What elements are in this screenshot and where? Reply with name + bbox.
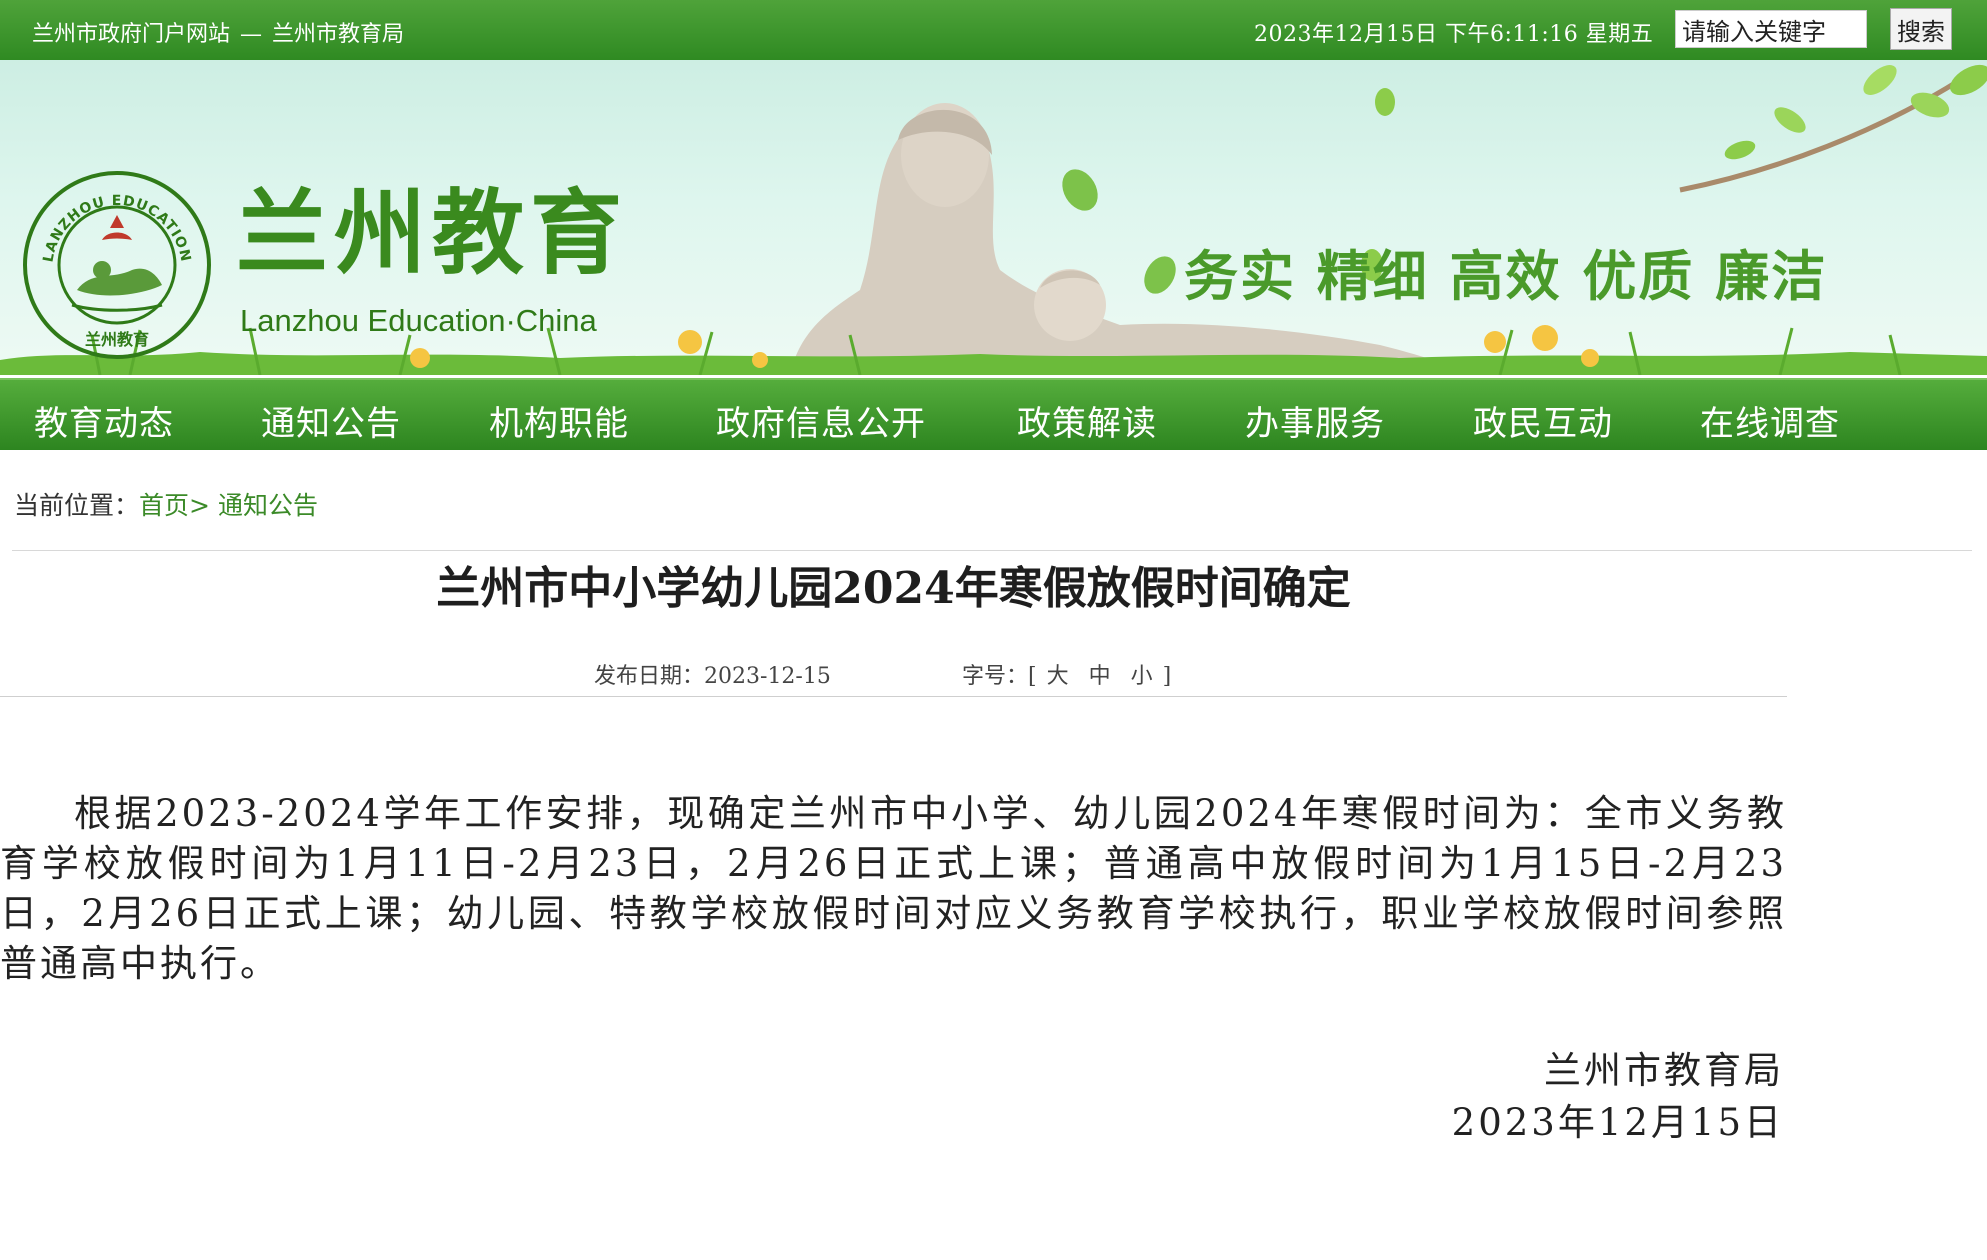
svg-text:LANZHOU EDUCATION: LANZHOU EDUCATION: [40, 193, 193, 264]
bureau-link[interactable]: 兰州市教育局: [272, 22, 404, 47]
breadcrumb-home-link[interactable]: 首页: [139, 491, 189, 520]
nav-item-gov-info[interactable]: 政府信息公开: [716, 396, 926, 445]
nav-item-functions[interactable]: 机构职能: [489, 396, 629, 445]
search-input[interactable]: [1675, 10, 1867, 48]
publish-date-value: 2023-12-15: [704, 664, 831, 689]
font-size-large-button[interactable]: 大: [1047, 664, 1069, 689]
site-subtitle: Lanzhou Education·China: [240, 303, 597, 338]
site-title: 兰州教育: [236, 180, 629, 287]
divider: [12, 550, 1972, 551]
article-title: 兰州市中小学幼儿园2024年寒假放假时间确定: [436, 563, 1351, 614]
nav-item-notices[interactable]: 通知公告: [261, 396, 401, 445]
breadcrumb: 当前位置：首页> 通知公告: [14, 486, 318, 522]
nav-item-education-news[interactable]: 教育动态: [34, 396, 174, 445]
bracket-close: ]: [1162, 664, 1172, 689]
font-size-control: 字号：[ 大中小]: [962, 658, 1171, 690]
breadcrumb-current-link[interactable]: 通知公告: [218, 491, 318, 520]
publish-date-label: 发布日期：: [594, 664, 705, 689]
education-emblem-icon: LANZHOU EDUCATION 兰州教育: [23, 171, 211, 359]
nav-item-survey[interactable]: 在线调查: [1700, 396, 1840, 445]
nav-item-policy[interactable]: 政策解读: [1017, 396, 1157, 445]
date-time-display: 2023年12月15日 下午6:11:16 星期五: [1254, 22, 1654, 47]
nav-item-services[interactable]: 办事服务: [1245, 396, 1385, 445]
font-size-label: 字号：: [962, 664, 1029, 689]
svg-text:兰州教育: 兰州教育: [85, 330, 149, 349]
city-portal-link[interactable]: 兰州市政府门户网站: [32, 22, 230, 47]
portal-links: 兰州市政府门户网站 — 兰州市教育局: [32, 16, 404, 48]
publish-date: 发布日期：2023-12-15: [594, 658, 831, 690]
signature-date: 2023年12月15日: [1451, 1101, 1784, 1144]
link-separator: —: [240, 22, 263, 47]
font-size-medium-button[interactable]: 中: [1089, 664, 1111, 689]
breadcrumb-label: 当前位置：: [14, 491, 140, 520]
site-logo[interactable]: LANZHOU EDUCATION 兰州教育: [22, 170, 212, 364]
top-bar: 兰州市政府门户网站 — 兰州市教育局 2023年12月15日 下午6:11:16 星…: [0, 0, 1987, 60]
breadcrumb-arrow: >: [189, 491, 210, 520]
header-banner: LANZHOU EDUCATION 兰州教育 兰州教育 Lanzhou Educ…: [0, 60, 1987, 375]
article-body: 根据2023-2024学年工作安排，现确定兰州市中小学、幼儿园2024年寒假时间…: [0, 792, 1787, 985]
signature: 兰州市教育局: [1544, 1049, 1784, 1092]
nav-item-interaction[interactable]: 政民互动: [1473, 396, 1613, 445]
slogan: 务实 精细 高效 优质 廉洁: [1184, 245, 1828, 308]
divider: [0, 696, 1787, 697]
main-nav: 教育动态 通知公告 机构职能 政府信息公开 政策解读 办事服务 政民互动 在线调…: [0, 378, 1987, 450]
search-button[interactable]: 搜索: [1890, 8, 1952, 50]
font-size-small-button[interactable]: 小: [1131, 664, 1153, 689]
bracket-open: [: [1028, 664, 1037, 689]
